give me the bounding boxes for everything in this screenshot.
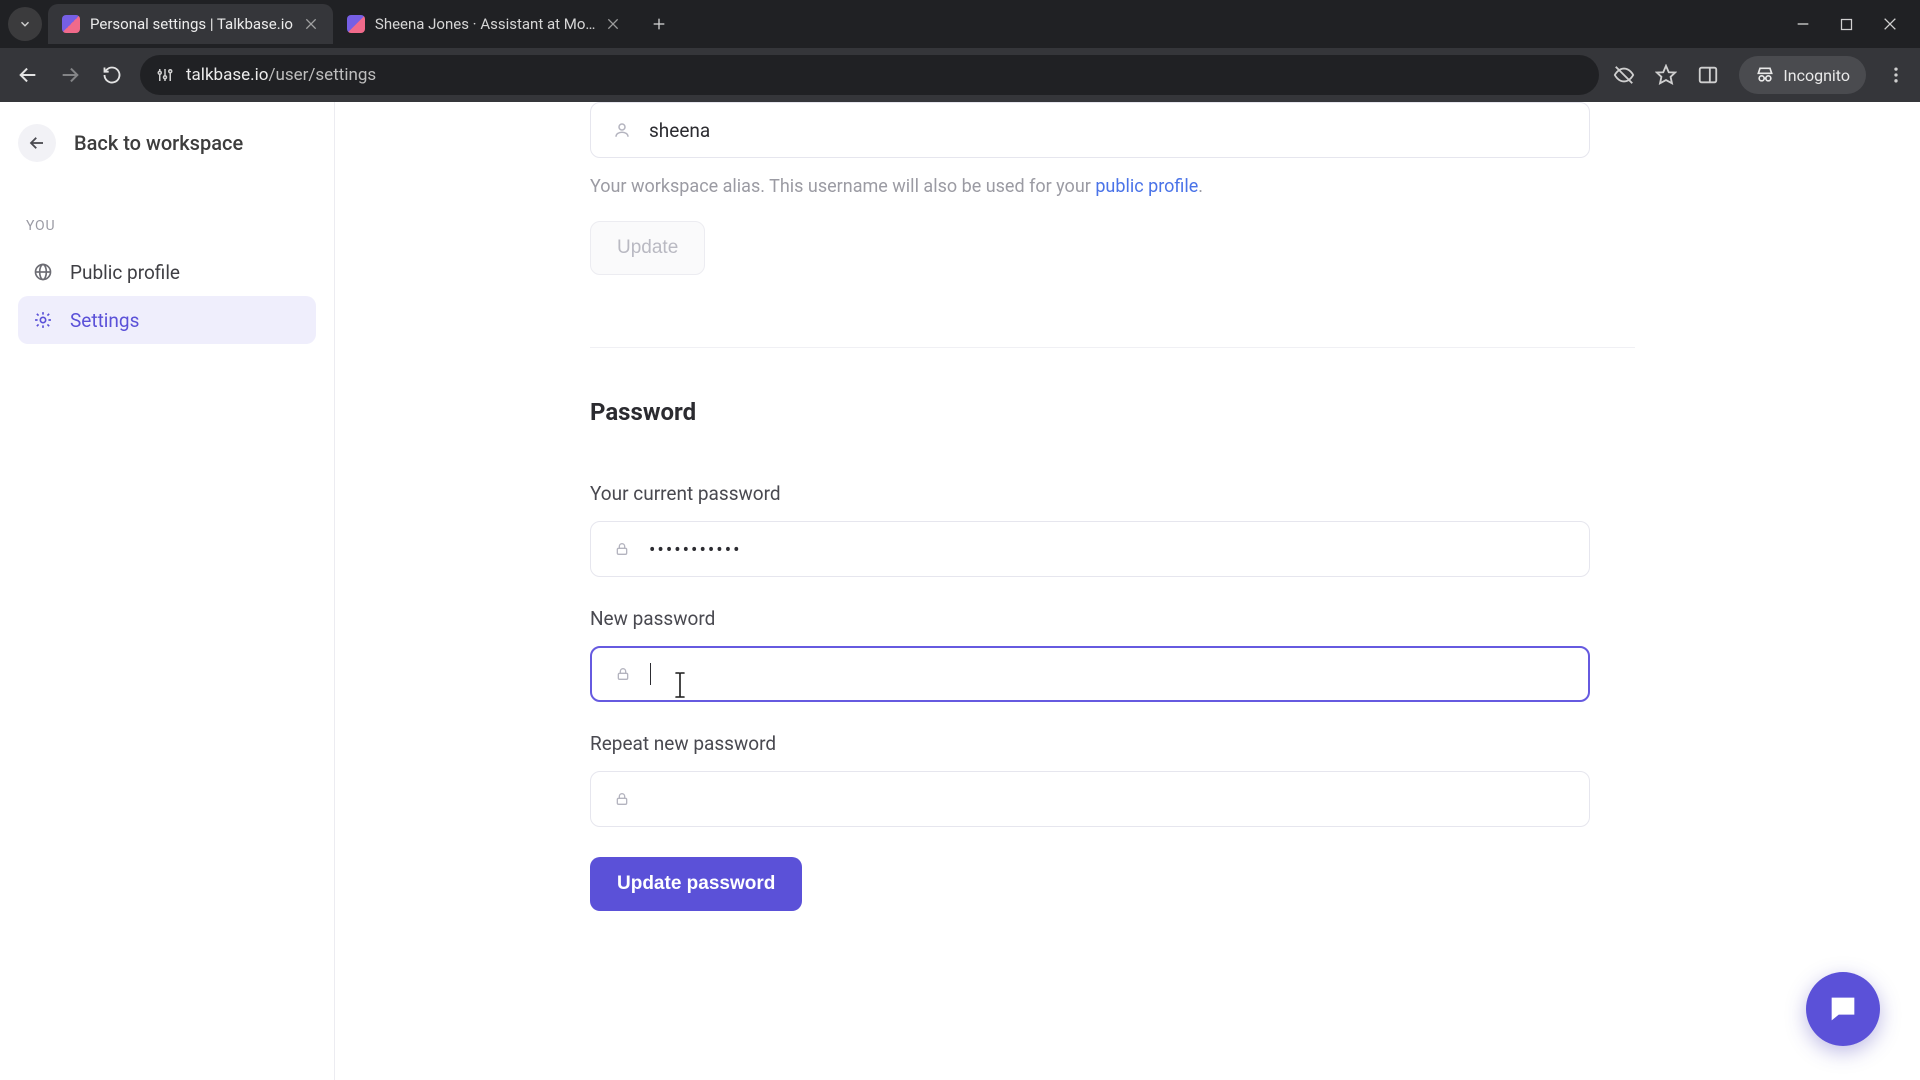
- repeat-password-input[interactable]: [649, 788, 1567, 811]
- arrow-left-icon: [17, 64, 39, 86]
- lock-icon: [614, 791, 630, 807]
- new-password-field[interactable]: [590, 646, 1590, 702]
- close-icon[interactable]: [605, 16, 621, 32]
- alias-section: Your workspace alias. This username will…: [590, 102, 1635, 281]
- new-tab-button[interactable]: [641, 6, 677, 42]
- new-password-input[interactable]: [669, 663, 1566, 686]
- sidebar-item-label: Settings: [70, 309, 139, 332]
- browser-tab[interactable]: Sheena Jones · Assistant at Mo…: [333, 4, 636, 44]
- update-alias-button[interactable]: Update: [590, 221, 705, 275]
- chat-fab[interactable]: [1806, 972, 1880, 1046]
- alias-help-text: Your workspace alias. This username will…: [590, 176, 1635, 197]
- sidepanel-icon[interactable]: [1697, 64, 1719, 86]
- tab-strip: Personal settings | Talkbase.io Sheena J…: [0, 0, 1920, 48]
- back-label: Back to workspace: [74, 131, 243, 155]
- public-profile-link[interactable]: public profile: [1095, 176, 1198, 197]
- url-text: talkbase.io/user/settings: [186, 65, 376, 85]
- username-field[interactable]: [590, 102, 1590, 158]
- sidebar-item-label: Public profile: [70, 261, 180, 284]
- maximize-icon[interactable]: [1839, 17, 1854, 32]
- arrow-right-icon: [59, 64, 81, 86]
- tab-title: Personal settings | Talkbase.io: [90, 15, 293, 33]
- password-heading: Password: [590, 398, 1635, 426]
- plus-icon: [651, 16, 667, 32]
- toolbar-right: Incognito: [1613, 56, 1906, 94]
- gear-icon: [33, 310, 53, 330]
- tab-title: Sheena Jones · Assistant at Mo…: [375, 15, 596, 33]
- favicon-icon: [62, 15, 80, 33]
- address-bar[interactable]: talkbase.io/user/settings: [140, 55, 1599, 95]
- incognito-icon: [1755, 65, 1775, 85]
- lock-icon: [615, 666, 631, 682]
- eye-off-icon[interactable]: [1613, 64, 1635, 86]
- browser-chrome: Personal settings | Talkbase.io Sheena J…: [0, 0, 1920, 102]
- text-caret: [650, 663, 651, 685]
- incognito-indicator[interactable]: Incognito: [1739, 56, 1866, 94]
- chevron-down-icon: [18, 17, 32, 31]
- sidebar-item-public-profile[interactable]: Public profile: [18, 248, 316, 296]
- favicon-icon: [347, 15, 365, 33]
- forward-button[interactable]: [56, 61, 84, 89]
- lock-icon: [614, 541, 630, 557]
- update-password-button[interactable]: Update password: [590, 857, 802, 911]
- browser-tab[interactable]: Personal settings | Talkbase.io: [48, 4, 333, 44]
- kebab-menu-icon[interactable]: [1886, 65, 1906, 85]
- incognito-label: Incognito: [1783, 66, 1850, 85]
- reload-button[interactable]: [98, 61, 126, 89]
- back-to-workspace-button[interactable]: Back to workspace: [18, 124, 316, 162]
- repeat-password-field[interactable]: [590, 771, 1590, 827]
- close-window-icon[interactable]: [1882, 16, 1898, 32]
- close-icon[interactable]: [303, 16, 319, 32]
- current-password-label: Your current password: [590, 482, 1635, 505]
- reload-icon: [102, 65, 122, 85]
- site-settings-icon[interactable]: [156, 66, 174, 84]
- current-password-value: •••••••••••: [649, 538, 742, 561]
- sidebar-item-settings[interactable]: Settings: [18, 296, 316, 344]
- username-input[interactable]: [649, 119, 1567, 142]
- sidebar: Back to workspace YOU Public profile Set…: [0, 102, 335, 1080]
- back-button[interactable]: [14, 61, 42, 89]
- tabs-dropdown-button[interactable]: [8, 7, 42, 41]
- browser-toolbar: talkbase.io/user/settings Incognito: [0, 48, 1920, 102]
- sidebar-section-label: YOU: [26, 218, 308, 234]
- user-icon: [613, 121, 631, 139]
- password-section: Password Your current password •••••••••…: [590, 347, 1635, 911]
- app-root: Back to workspace YOU Public profile Set…: [0, 102, 1920, 1080]
- chat-icon: [1826, 992, 1860, 1026]
- content: Your workspace alias. This username will…: [335, 102, 1920, 1080]
- arrow-left-icon: [28, 134, 46, 152]
- window-controls: [1795, 16, 1920, 32]
- star-icon[interactable]: [1655, 64, 1677, 86]
- minimize-icon[interactable]: [1795, 16, 1811, 32]
- current-password-field[interactable]: •••••••••••: [590, 521, 1590, 577]
- new-password-label: New password: [590, 607, 1635, 630]
- globe-icon: [33, 262, 53, 282]
- repeat-password-label: Repeat new password: [590, 732, 1635, 755]
